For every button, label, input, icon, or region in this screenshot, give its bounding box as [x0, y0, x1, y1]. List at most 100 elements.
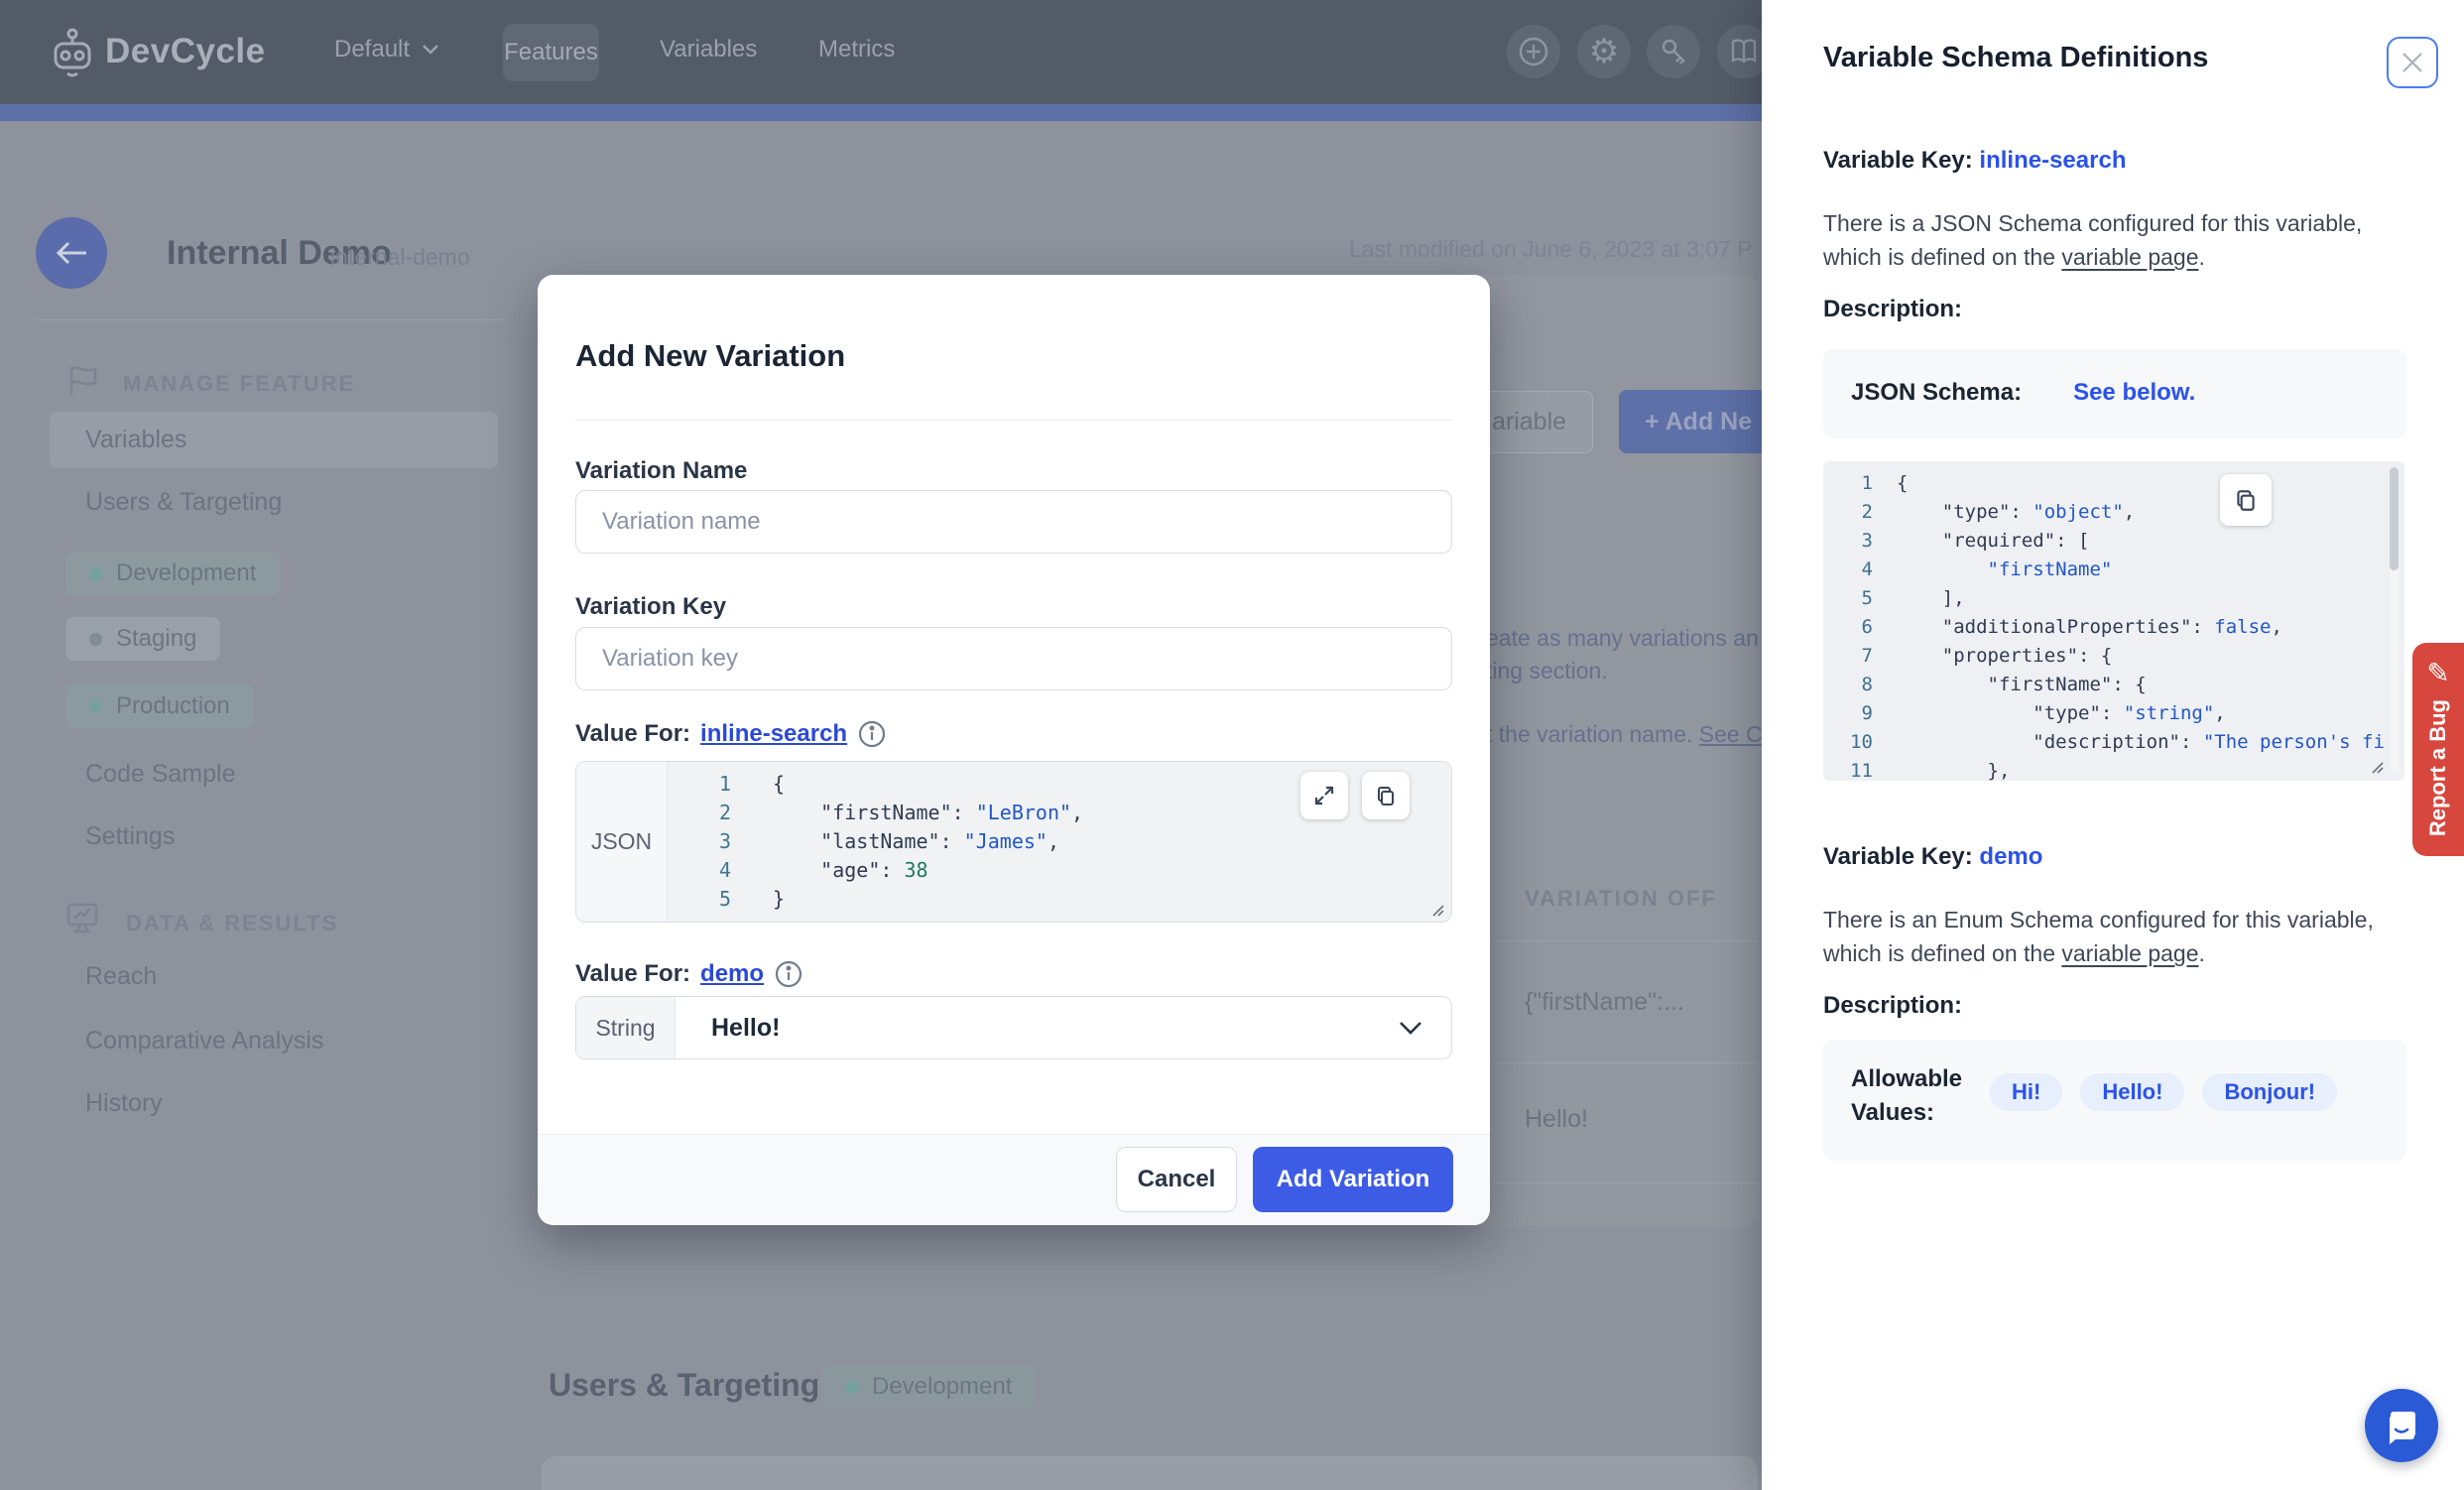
modal-divider — [575, 420, 1452, 421]
variation-name-placeholder: Variation name — [602, 508, 761, 536]
table-divider — [1494, 1182, 1758, 1183]
expand-button[interactable] — [1300, 772, 1348, 819]
sidebar-item-variables[interactable]: Variables — [50, 412, 498, 468]
chevron-down-icon — [1398, 1020, 1423, 1036]
flag-icon — [65, 363, 101, 399]
see-below-link[interactable]: See below. — [2073, 379, 2195, 407]
sidebar-item-users-targeting[interactable]: Users & Targeting — [85, 488, 282, 517]
allowable-values-label: Allowable Values: — [1851, 1065, 1962, 1127]
code-line: 4 "firstName" — [1823, 556, 2404, 584]
variable-page-link[interactable]: variable page — [2061, 940, 2198, 966]
tab-variables[interactable]: Variables — [660, 36, 757, 63]
back-button[interactable] — [36, 217, 107, 289]
json-schema-code-block[interactable]: 1{2 "type": "object",3 "required": [4 "f… — [1823, 461, 2404, 781]
json-type-badge: JSON — [576, 762, 668, 922]
tab-metrics[interactable]: Metrics — [818, 36, 895, 63]
variation-name-input[interactable]: Variation name — [575, 490, 1452, 554]
project-switcher-label: Default — [334, 36, 410, 63]
allowable-values-list: Hi!Hello!Bonjour! — [1990, 1073, 2337, 1111]
copy-button[interactable] — [1362, 772, 1410, 819]
add-variation-button[interactable]: Add Variation — [1253, 1147, 1453, 1212]
schema-description-text: There is an Enum Schema configured for t… — [1823, 903, 2401, 970]
code-line: 5 ], — [1823, 584, 2404, 613]
demo-link[interactable]: demo — [700, 960, 764, 988]
bottom-env-development: Development — [821, 1365, 1036, 1409]
expand-icon — [1312, 784, 1336, 807]
value-for-label: Value For: — [575, 720, 690, 748]
key-icon — [1657, 35, 1690, 68]
env-label: Development — [872, 1373, 1012, 1401]
resize-handle[interactable] — [1429, 902, 1445, 918]
variable-key-link-inline-search[interactable]: inline-search — [1979, 147, 2126, 174]
code-line: 3 "lastName": "James", — [668, 827, 1451, 856]
sidebar-item-code-sample[interactable]: Code Sample — [85, 760, 235, 789]
code-line: 7 "properties": { — [1823, 642, 2404, 671]
app-root: DevCycle Default Features Variables Metr… — [0, 0, 2464, 1490]
devcycle-logo-icon — [44, 24, 101, 81]
string-type-badge: String — [576, 997, 676, 1058]
gear-icon: ⚙ — [1589, 32, 1619, 71]
variation-key-input[interactable]: Variation key — [575, 627, 1452, 690]
code-line: 5} — [668, 885, 1451, 914]
json-value-editor[interactable]: JSON 1{2 "firstName": "LeBron",3 "lastNa… — [575, 761, 1452, 923]
allowable-values-box: Allowable Values: Hi!Hello!Bonjour! — [1823, 1040, 2406, 1161]
chat-widget-button[interactable] — [2365, 1389, 2438, 1462]
report-a-bug-tab[interactable]: ✎ Report a Bug — [2412, 643, 2464, 856]
schema-description-text: There is a JSON Schema configured for th… — [1823, 206, 2401, 274]
inline-search-link[interactable]: inline-search — [700, 720, 847, 748]
json-schema-box: JSON Schema: See below. — [1823, 349, 2406, 438]
column-header-variation-off: VARIATION OFF — [1525, 886, 1717, 912]
allowable-value-pill: Bonjour! — [2202, 1073, 2337, 1111]
cancel-button[interactable]: Cancel — [1116, 1147, 1237, 1212]
users-targeting-heading: Users & Targeting — [549, 1367, 819, 1404]
users-targeting-card — [542, 1456, 1758, 1490]
project-switcher[interactable]: Default — [334, 36, 439, 63]
sidebar-item-reach[interactable]: Reach — [85, 962, 157, 991]
see-docs-link[interactable]: See C — [1699, 721, 1763, 747]
chart-board-icon — [63, 899, 101, 936]
variable-page-link[interactable]: variable page — [2061, 244, 2198, 270]
sidebar-section-manage-feature: MANAGE FEATURE — [123, 371, 355, 397]
sidebar-item-history[interactable]: History — [85, 1089, 163, 1118]
api-keys-button[interactable] — [1647, 25, 1700, 78]
description-label: Description: — [1823, 296, 1962, 323]
resize-handle[interactable] — [2369, 759, 2385, 775]
close-panel-button[interactable] — [2387, 37, 2438, 88]
copy-schema-button[interactable] — [2220, 474, 2272, 526]
table-row: Hello! — [1525, 1105, 1588, 1134]
env-dot-icon — [845, 1381, 858, 1394]
variable-key-link-demo[interactable]: demo — [1979, 843, 2042, 870]
chevron-down-icon — [422, 44, 439, 56]
table-divider — [1494, 940, 1758, 941]
value-for-demo-row: Value For: demo — [575, 959, 803, 989]
last-modified-text: Last modified on June 6, 2023 at 3:07 P — [1349, 236, 1753, 263]
info-icon[interactable] — [857, 719, 887, 749]
sidebar-item-comparative-analysis[interactable]: Comparative Analysis — [85, 1027, 323, 1055]
add-variation-modal: Add New Variation Variation Name Variati… — [538, 275, 1490, 1225]
create-button[interactable] — [1507, 25, 1560, 78]
info-icon[interactable] — [774, 959, 803, 989]
variable-schema-panel: Variable Schema Definitions Variable Key… — [1762, 0, 2464, 1490]
sidebar-item-settings[interactable]: Settings — [85, 822, 175, 851]
code-line: 2 "type": "object", — [1823, 498, 2404, 527]
tab-features[interactable]: Features — [503, 24, 599, 81]
settings-button[interactable]: ⚙ — [1577, 25, 1631, 78]
value-for-label: Value For: — [575, 960, 690, 988]
sidebar-env-staging[interactable]: Staging — [65, 617, 220, 661]
sidebar-env-production[interactable]: Production — [65, 684, 254, 728]
arrow-left-icon — [55, 240, 88, 266]
value-for-inline-search-row: Value For: inline-search — [575, 719, 887, 749]
brand-name[interactable]: DevCycle — [105, 32, 266, 71]
help-text-fragment: eate as many variations an — [1486, 625, 1759, 652]
book-icon — [1727, 35, 1761, 68]
scrollbar-thumb[interactable] — [2390, 467, 2399, 570]
help-text-fragment: t the variation name. See C — [1486, 721, 1763, 748]
string-value-select[interactable]: String Hello! — [575, 996, 1452, 1059]
sidebar-env-development[interactable]: Development — [65, 552, 280, 595]
code-line: 11 }, — [1823, 757, 2404, 781]
code-line: 9 "type": "string", — [1823, 699, 2404, 728]
code-line: 6 "additionalProperties": false, — [1823, 613, 2404, 642]
allowable-value-pill: Hello! — [2080, 1073, 2184, 1111]
feature-key: internal-demo — [330, 244, 470, 271]
code-line: 10 "description": "The person's fi — [1823, 728, 2404, 757]
